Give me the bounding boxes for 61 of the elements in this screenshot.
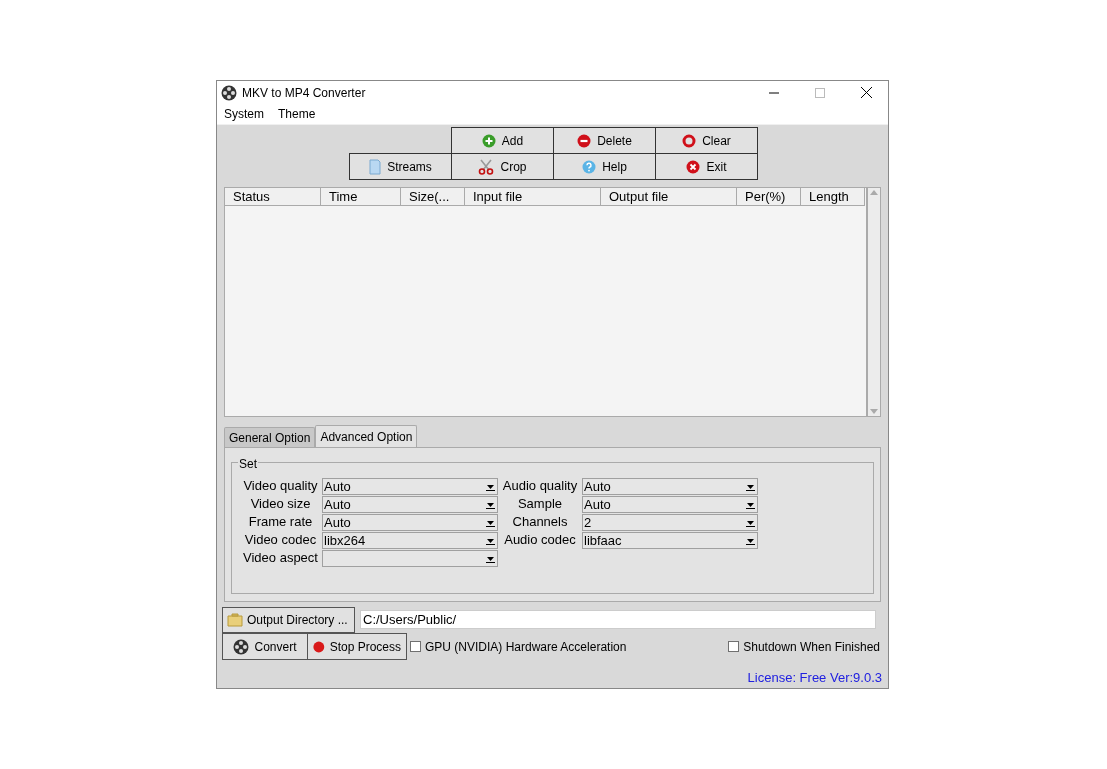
license-text: License: Free Ver:9.0.3 [747, 669, 882, 687]
column-header[interactable]: Size(... [401, 188, 465, 206]
dropdown-field[interactable] [322, 549, 498, 567]
toolbar-button[interactable]: Exit [655, 153, 758, 180]
folder-icon [227, 612, 243, 627]
window-title: MKV to MP4 Converter [242, 84, 366, 102]
checkbox-label: GPU (NVIDIA) Hardware Acceleration [425, 638, 627, 656]
plus-icon [481, 133, 496, 148]
action-button[interactable]: Stop Process [307, 633, 407, 660]
document-icon [369, 158, 382, 175]
dropdown-field[interactable]: libx264 [322, 531, 498, 549]
toolbar-button[interactable]: Help [553, 153, 656, 180]
field-label: Frame rate [247, 513, 314, 532]
tab[interactable]: General Option [224, 427, 316, 447]
scroll-down-icon[interactable] [870, 409, 878, 414]
dropdown-field[interactable]: Auto [322, 513, 498, 531]
scissors-icon [478, 158, 495, 175]
field-label: Video aspect [242, 549, 319, 568]
toolbar-button[interactable]: Crop [451, 153, 554, 180]
dropdown-field[interactable]: Auto [322, 495, 498, 513]
dropdown-field[interactable]: Auto [582, 495, 758, 513]
ring-icon [682, 133, 697, 148]
dropdown-field[interactable]: 2 [582, 513, 758, 531]
dropdown-field[interactable]: Auto [582, 477, 758, 495]
close-icon [686, 159, 701, 174]
close-icon[interactable] [861, 87, 872, 98]
field-label: Audio quality [501, 477, 579, 496]
toolbar-button[interactable]: Clear [655, 127, 758, 154]
field-label: Video codec [243, 531, 318, 550]
output-directory-button[interactable]: Output Directory ... [222, 606, 355, 633]
dropdown-field[interactable]: Auto [322, 477, 498, 495]
menu-item[interactable]: Theme [278, 105, 316, 123]
film-reel-icon [233, 638, 250, 655]
film-reel-icon [221, 84, 237, 101]
scrollbar[interactable] [867, 187, 881, 417]
maximize-icon[interactable] [815, 87, 825, 98]
toolbar-button[interactable]: Delete [553, 127, 656, 154]
output-path-field[interactable]: C:/Users/Public/ [360, 610, 876, 629]
column-header[interactable]: Output file [601, 188, 737, 206]
checkbox[interactable] [728, 641, 740, 652]
dropdown-field[interactable]: libfaac [582, 531, 758, 549]
column-header[interactable]: Status [225, 188, 321, 206]
field-label: Sample [516, 495, 564, 514]
minus-icon [577, 133, 592, 148]
checkbox-label: Shutdown When Finished [743, 638, 880, 656]
toolbar-button[interactable]: Add [451, 127, 554, 154]
field-label: Channels [511, 513, 569, 532]
menu-item[interactable]: System [224, 105, 264, 123]
column-header[interactable]: Input file [465, 188, 601, 206]
field-label: Audio codec [503, 531, 577, 550]
action-button[interactable]: Convert [222, 633, 308, 660]
tab[interactable]: Advanced Option [315, 425, 418, 447]
column-header[interactable]: Length [801, 188, 865, 206]
field-label: Video size [249, 495, 312, 514]
column-header[interactable]: Time [321, 188, 401, 206]
checkbox[interactable] [410, 641, 421, 652]
field-label: Video quality [242, 477, 319, 496]
help-icon [582, 159, 597, 174]
column-header[interactable]: Per(%) [737, 188, 801, 206]
toolbar-button[interactable]: Streams [349, 153, 452, 180]
scroll-up-icon[interactable] [870, 190, 878, 195]
